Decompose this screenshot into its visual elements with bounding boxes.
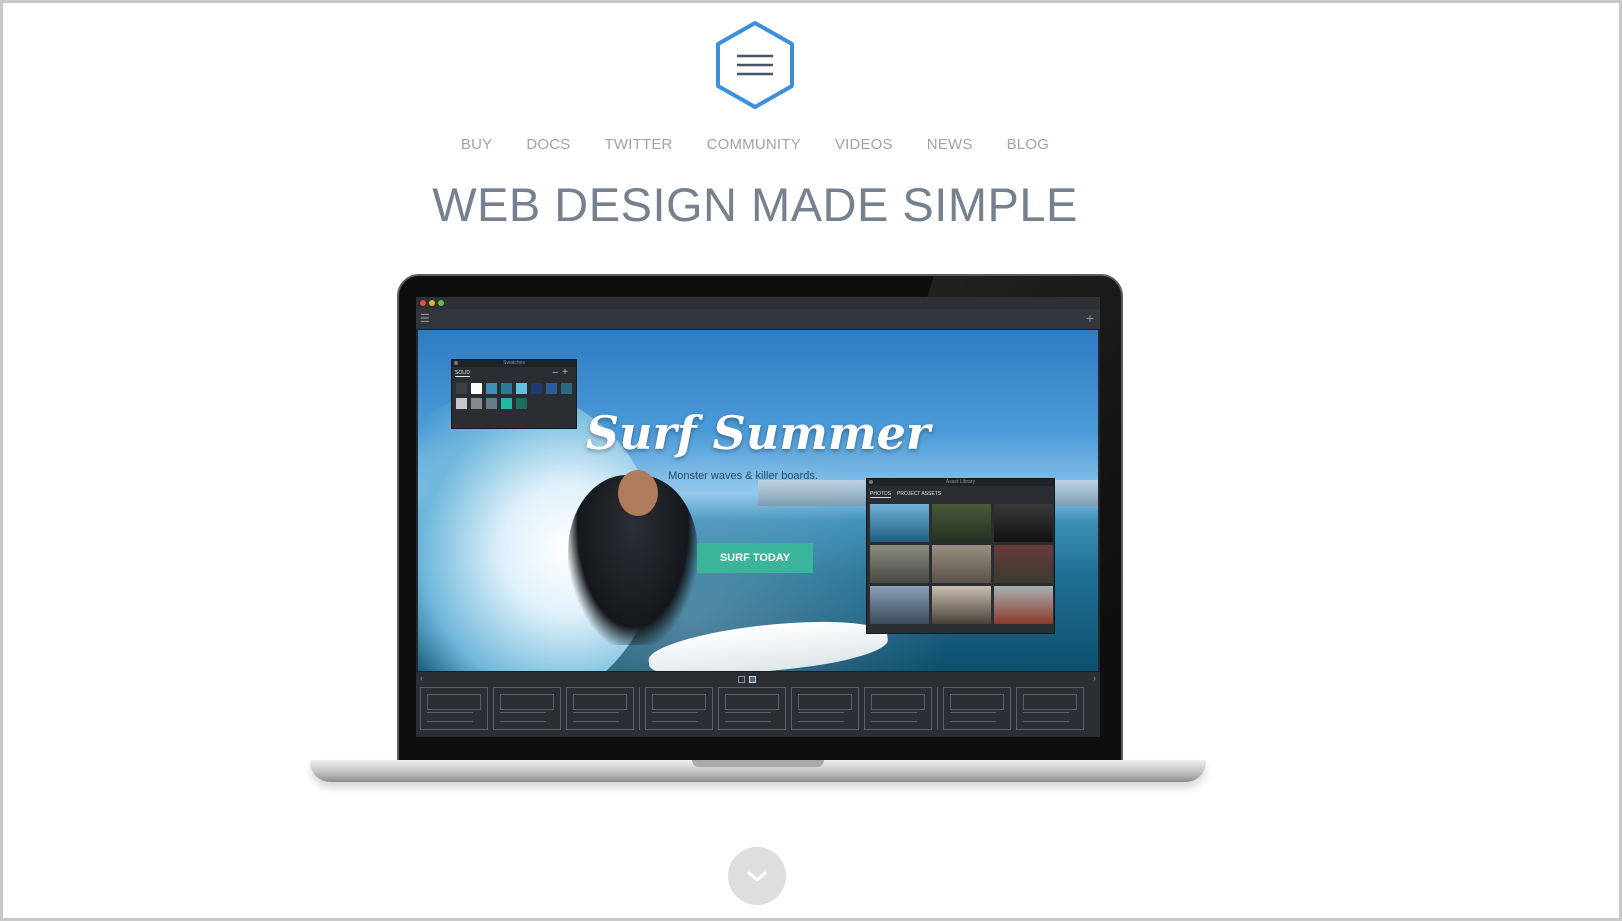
swatches-panel-title: Swatches [452, 360, 576, 367]
panel-close-icon[interactable] [454, 361, 458, 365]
asset-photo[interactable] [932, 545, 991, 583]
chevron-left-icon[interactable]: ‹ [420, 673, 423, 683]
asset-photo[interactable] [870, 545, 929, 583]
swatch-grid [456, 383, 572, 409]
tab-project-assets[interactable]: PROJECT ASSETS [897, 491, 941, 498]
nav-link-videos[interactable]: VIDEOS [835, 136, 893, 153]
add-icon[interactable]: + [1086, 310, 1094, 326]
template-thumbnail[interactable] [420, 687, 488, 730]
chevron-right-icon[interactable]: › [1093, 673, 1096, 683]
asset-photo[interactable] [932, 504, 991, 542]
color-swatch[interactable] [471, 383, 482, 394]
tab-photos[interactable]: PHOTOS [870, 491, 892, 498]
color-swatch[interactable] [531, 383, 542, 394]
color-swatch[interactable] [486, 383, 497, 394]
color-swatch[interactable] [486, 398, 497, 409]
color-swatch[interactable] [456, 398, 467, 409]
asset-photo[interactable] [932, 586, 991, 624]
template-thumbnails [420, 687, 1084, 730]
color-swatch[interactable] [501, 383, 512, 394]
panel-close-icon[interactable] [869, 480, 873, 484]
menu-icon[interactable]: ☰ [420, 312, 430, 325]
divider [639, 687, 640, 730]
asset-library-panel[interactable]: Asset Library PHOTOS PROJECT ASSETS [866, 478, 1055, 634]
page-headline: WEB DESIGN MADE SIMPLE [432, 178, 1078, 231]
chevron-down-icon[interactable] [728, 847, 786, 905]
color-swatch[interactable] [561, 383, 572, 394]
close-window-icon[interactable] [420, 300, 426, 306]
app-toolbar: ☰ + [416, 309, 1100, 330]
surf-today-button[interactable]: SURF TODAY [697, 543, 813, 573]
asset-library-title: Asset Library [867, 479, 1054, 486]
template-thumbnail[interactable] [791, 687, 859, 730]
laptop-notch [692, 760, 824, 767]
swatches-tab-solid[interactable]: SOLID [455, 370, 471, 377]
nav-link-news[interactable]: NEWS [927, 136, 973, 153]
divider [937, 687, 938, 730]
nav-link-twitter[interactable]: TWITTER [605, 136, 673, 153]
hero-canvas[interactable]: Surf Summer Monster waves & killer board… [418, 330, 1098, 671]
grid-view-icon[interactable] [749, 676, 756, 683]
template-thumbnail[interactable] [943, 687, 1011, 730]
swatches-panel[interactable]: Swatches SOLID –+ [451, 359, 577, 429]
color-swatch[interactable] [501, 398, 512, 409]
color-swatch[interactable] [546, 383, 557, 394]
asset-photo[interactable] [994, 504, 1053, 542]
asset-tabs: PHOTOS PROJECT ASSETS [870, 491, 941, 498]
template-thumbnail[interactable] [566, 687, 634, 730]
app-screen: ☰ + Surf Summer Monster waves & killer b… [416, 297, 1100, 737]
asset-photo[interactable] [870, 504, 929, 542]
template-thumbnail[interactable] [493, 687, 561, 730]
template-thumbnail[interactable] [718, 687, 786, 730]
main-nav: BUY DOCS TWITTER COMMUNITY VIDEOS NEWS B… [440, 136, 1070, 153]
template-strip: ‹ › [416, 671, 1100, 737]
asset-photo[interactable] [994, 586, 1053, 624]
color-swatch[interactable] [516, 383, 527, 394]
nav-link-buy[interactable]: BUY [461, 136, 492, 153]
single-view-icon[interactable] [738, 676, 745, 683]
maximize-window-icon[interactable] [438, 300, 444, 306]
color-swatch[interactable] [516, 398, 527, 409]
template-thumbnail[interactable] [1016, 687, 1084, 730]
window-titlebar [416, 297, 1100, 309]
swatches-controls-icon[interactable]: –+ [553, 367, 572, 378]
asset-photo[interactable] [994, 545, 1053, 583]
nav-link-blog[interactable]: BLOG [1007, 136, 1049, 153]
photo-grid [870, 504, 1053, 624]
template-thumbnail[interactable] [864, 687, 932, 730]
color-swatch[interactable] [471, 398, 482, 409]
nav-link-docs[interactable]: DOCS [526, 136, 570, 153]
minimize-window-icon[interactable] [429, 300, 435, 306]
nav-link-community[interactable]: COMMUNITY [707, 136, 801, 153]
asset-photo[interactable] [870, 586, 929, 624]
hexagon-menu-icon[interactable] [713, 20, 797, 110]
template-thumbnail[interactable] [645, 687, 713, 730]
color-swatch[interactable] [456, 383, 467, 394]
